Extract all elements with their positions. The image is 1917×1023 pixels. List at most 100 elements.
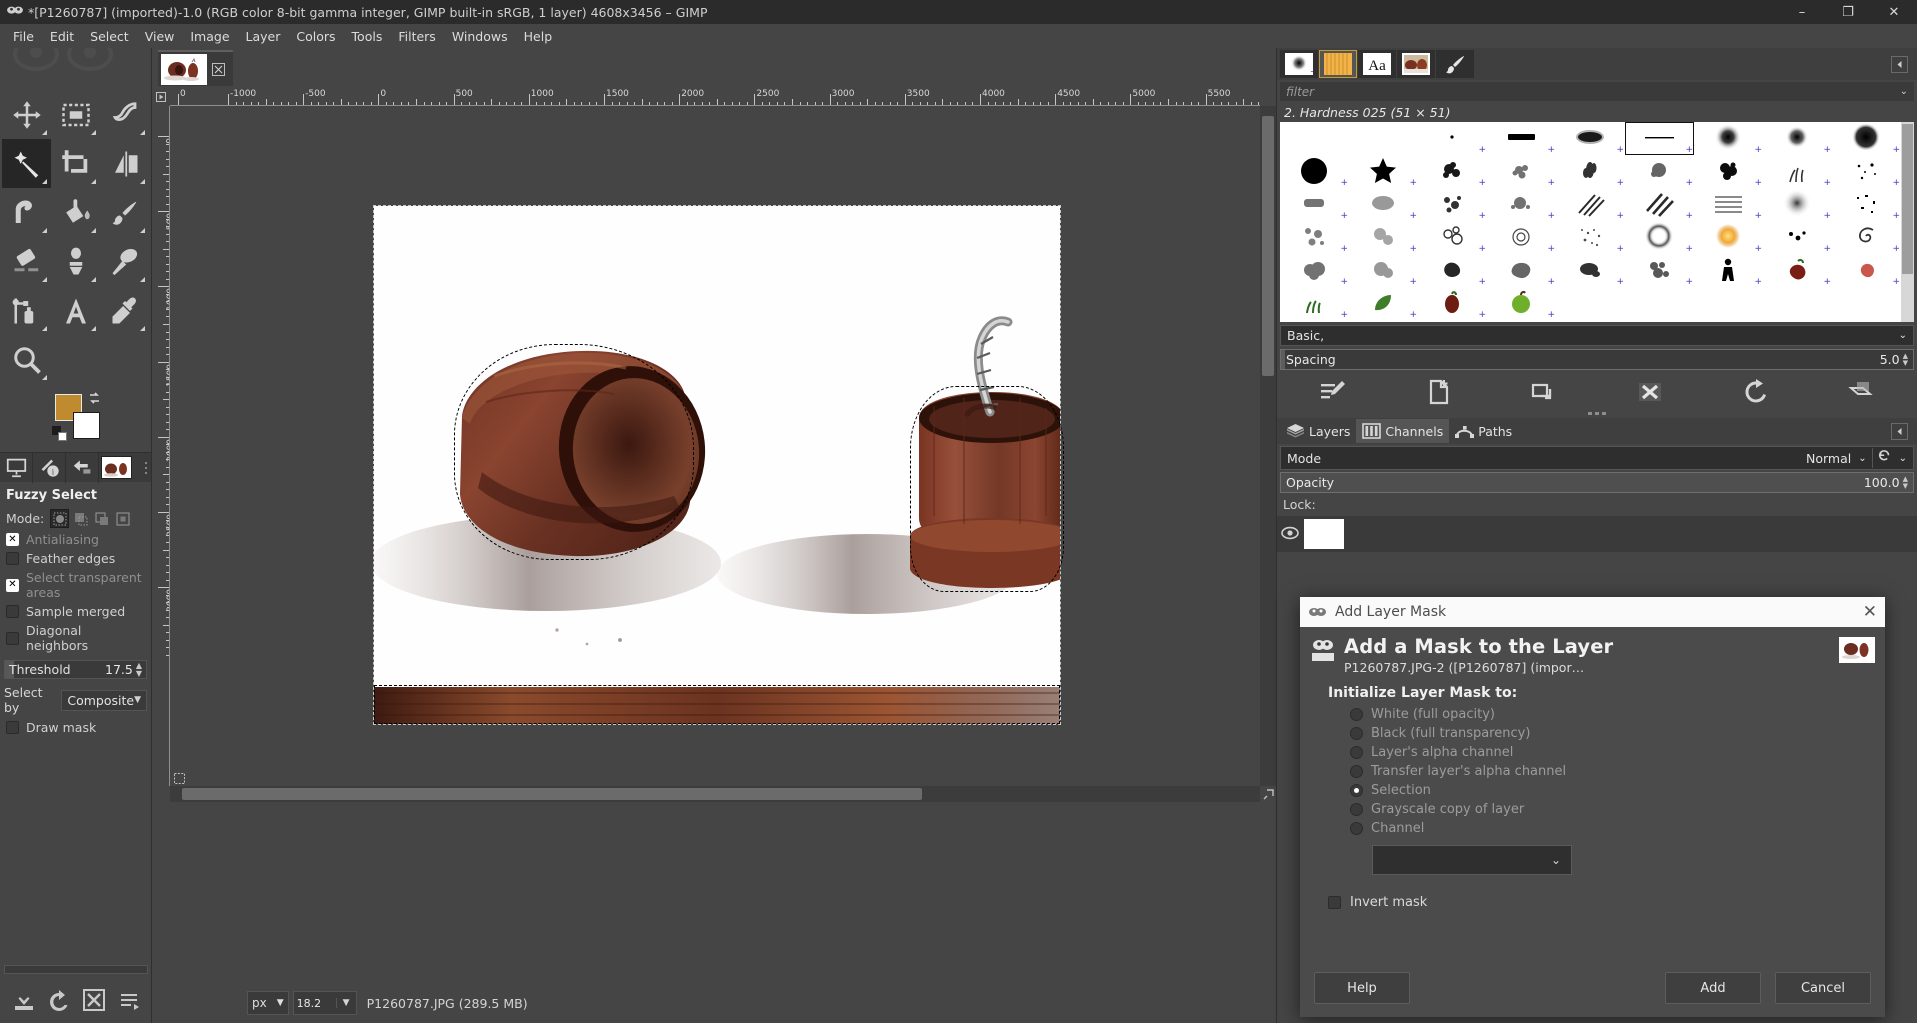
threshold-slider[interactable]: Threshold 17.5 ▲▼ bbox=[4, 660, 147, 679]
help-button[interactable]: Help bbox=[1314, 972, 1410, 1004]
bucket-fill-tool[interactable] bbox=[51, 188, 100, 237]
add-button[interactable]: Add bbox=[1665, 972, 1761, 1004]
pointer-info-tab[interactable]: i bbox=[33, 453, 66, 483]
brush-sparks[interactable]: + bbox=[1832, 155, 1901, 188]
brush-blank[interactable] bbox=[1349, 122, 1418, 155]
brush-tag-combo[interactable]: Basic, ⌄ bbox=[1280, 325, 1914, 346]
black-radio[interactable] bbox=[1350, 727, 1363, 740]
edit-brush-button[interactable] bbox=[1280, 375, 1386, 409]
antialiasing-checkbox[interactable] bbox=[6, 533, 19, 546]
unit-selector[interactable]: px ▼ bbox=[247, 991, 289, 1015]
warp-transform-tool[interactable] bbox=[2, 188, 51, 237]
dialog-close-icon[interactable]: ✕ bbox=[1863, 604, 1877, 621]
brush-circle-solid[interactable]: + bbox=[1280, 155, 1349, 188]
rectangle-select-tool[interactable] bbox=[51, 90, 100, 139]
brush-thin-line[interactable]: + bbox=[1625, 122, 1694, 155]
select-transparent-areas-checkbox[interactable] bbox=[6, 579, 19, 592]
brush-acrylic-04[interactable]: + bbox=[1625, 155, 1694, 188]
smudge-tool[interactable] bbox=[100, 237, 149, 286]
toolbox-scroll-track[interactable] bbox=[0, 961, 152, 977]
white-radio[interactable] bbox=[1350, 708, 1363, 721]
delete-brush-button[interactable] bbox=[1597, 375, 1703, 409]
option-white-full-opacity[interactable]: White (full opacity) bbox=[1328, 705, 1873, 724]
brush-cell-02[interactable]: + bbox=[1487, 221, 1556, 254]
brush-confetti[interactable]: + bbox=[1832, 188, 1901, 221]
brush-blank[interactable] bbox=[1694, 287, 1763, 320]
color-picker-tool[interactable] bbox=[100, 286, 149, 335]
chevron-down-icon[interactable]: ⌄ bbox=[1900, 86, 1908, 97]
fuzzy-select-tool[interactable] bbox=[2, 139, 51, 188]
select-by-combo[interactable]: Composite ▼ bbox=[61, 690, 147, 711]
option-layers-alpha-channel[interactable]: Layer's alpha channel bbox=[1328, 743, 1873, 762]
channels-tab[interactable]: Channels bbox=[1356, 419, 1449, 443]
cancel-button[interactable]: Cancel bbox=[1775, 972, 1871, 1004]
fonts-tab[interactable]: Aa bbox=[1358, 50, 1396, 78]
menu-tools[interactable]: Tools bbox=[344, 26, 391, 47]
images-tab[interactable] bbox=[1397, 50, 1435, 78]
refresh-brushes-button[interactable] bbox=[1703, 375, 1809, 409]
grayscale-radio[interactable] bbox=[1350, 803, 1363, 816]
move-tool[interactable] bbox=[2, 90, 51, 139]
new-brush-button[interactable] bbox=[1386, 375, 1492, 409]
brush-blank[interactable] bbox=[1763, 287, 1832, 320]
option-draw-mask[interactable]: Draw mask bbox=[0, 718, 151, 737]
layers-alpha-radio[interactable] bbox=[1350, 746, 1363, 759]
brush-blank[interactable] bbox=[1280, 122, 1349, 155]
option-grayscale-copy-of-layer[interactable]: Grayscale copy of layer bbox=[1328, 800, 1873, 819]
menu-colors[interactable]: Colors bbox=[288, 26, 343, 47]
invert-mask-checkbox[interactable] bbox=[1328, 896, 1341, 909]
option-antialiasing[interactable]: Antialiasing bbox=[0, 530, 151, 549]
canvas-vertical-scrollbar[interactable] bbox=[1260, 106, 1276, 786]
brush-pepper[interactable]: + bbox=[1763, 254, 1832, 287]
image-canvas[interactable] bbox=[374, 206, 1060, 724]
close-button[interactable]: ✕ bbox=[1871, 0, 1917, 24]
patterns-tab[interactable] bbox=[1319, 50, 1357, 78]
option-sample-merged[interactable]: Sample merged bbox=[0, 602, 151, 621]
brush-green-apple[interactable]: + bbox=[1487, 287, 1556, 320]
menu-edit[interactable]: Edit bbox=[42, 26, 82, 47]
reset-colors-icon[interactable] bbox=[52, 426, 68, 442]
brush-noise-01[interactable]: + bbox=[1556, 221, 1625, 254]
brush-ring-soft[interactable]: + bbox=[1625, 221, 1694, 254]
brush-leaf-01[interactable]: + bbox=[1349, 287, 1418, 320]
brush-splash[interactable]: + bbox=[1832, 254, 1901, 287]
minimize-button[interactable]: – bbox=[1779, 0, 1825, 24]
menu-filters[interactable]: Filters bbox=[390, 26, 443, 47]
text-tool[interactable] bbox=[51, 286, 100, 335]
mode-add-button[interactable] bbox=[71, 509, 90, 528]
quick-mask-toggle[interactable] bbox=[170, 770, 188, 786]
background-color-swatch[interactable] bbox=[73, 412, 100, 439]
image-tab[interactable] bbox=[158, 50, 233, 86]
tool-options-tab[interactable] bbox=[0, 453, 33, 483]
menu-file[interactable]: File bbox=[5, 26, 42, 47]
canvas[interactable] bbox=[170, 106, 1260, 786]
vertical-ruler[interactable]: 050010001500200025003000 bbox=[152, 106, 170, 786]
option-selection[interactable]: Selection bbox=[1328, 781, 1873, 800]
brush-acrylic-01[interactable]: + bbox=[1418, 155, 1487, 188]
measure-tool[interactable] bbox=[2, 286, 51, 335]
chevron-down-icon[interactable]: ▼ bbox=[336, 998, 356, 1008]
paintbrush-tool[interactable] bbox=[100, 188, 149, 237]
flip-tool[interactable] bbox=[100, 139, 149, 188]
diagonal-neighbors-checkbox[interactable] bbox=[6, 632, 19, 645]
brush-blank[interactable] bbox=[1832, 287, 1901, 320]
brush-soft-round-large[interactable]: + bbox=[1832, 122, 1901, 155]
brush-swirl[interactable]: + bbox=[1832, 221, 1901, 254]
brush-grass-01[interactable]: + bbox=[1280, 287, 1349, 320]
brush-hatch-01[interactable]: + bbox=[1556, 188, 1625, 221]
brush-cell-01[interactable]: + bbox=[1418, 221, 1487, 254]
brush-splatter-02[interactable]: + bbox=[1487, 188, 1556, 221]
brush-figure-01[interactable]: + bbox=[1694, 254, 1763, 287]
brush-dots-01[interactable]: + bbox=[1763, 221, 1832, 254]
brush-grass[interactable]: + bbox=[1763, 155, 1832, 188]
brush-blob-01[interactable]: + bbox=[1418, 254, 1487, 287]
channel-radio[interactable] bbox=[1350, 822, 1363, 835]
brush-chalk-01[interactable]: + bbox=[1280, 188, 1349, 221]
spacing-spinner-icon[interactable]: ▲▼ bbox=[1903, 353, 1908, 367]
layer-visibility-icon[interactable] bbox=[1281, 526, 1299, 543]
tool-presets-tab[interactable] bbox=[1436, 50, 1474, 78]
brush-blob-03[interactable]: + bbox=[1556, 254, 1625, 287]
zoom-input[interactable] bbox=[294, 992, 336, 1014]
brush-texture-02[interactable]: + bbox=[1349, 221, 1418, 254]
option-black-full-transparency[interactable]: Black (full transparency) bbox=[1328, 724, 1873, 743]
